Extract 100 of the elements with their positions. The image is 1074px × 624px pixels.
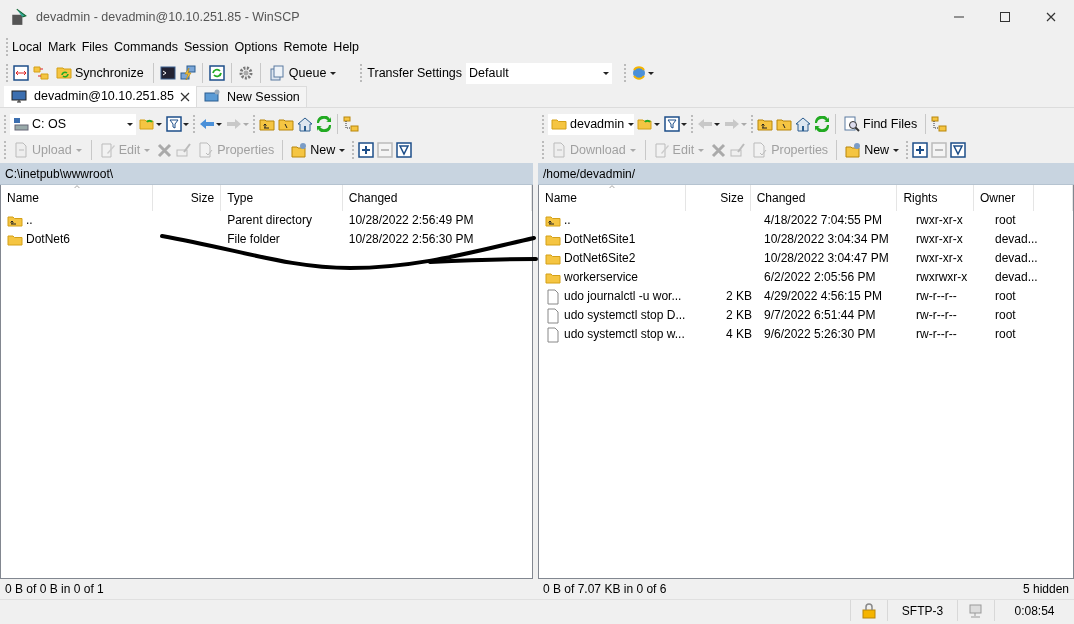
table-cell: rwxr-xr-x bbox=[916, 251, 963, 265]
new-button[interactable]: New bbox=[288, 139, 350, 161]
menu-item[interactable]: Help bbox=[330, 37, 363, 57]
table-cell: rwxr-xr-x bbox=[916, 213, 963, 227]
close-icon[interactable] bbox=[1046, 12, 1056, 22]
table-cell: Parent directory bbox=[227, 213, 312, 227]
table-cell: rwxrwxr-x bbox=[916, 270, 968, 284]
sync-folders-icon[interactable] bbox=[33, 65, 49, 81]
file-row[interactable]: udo journalctl -u wor... 2 KB 4/29/2022 4:56:15 PM rw-r--r-- root bbox=[539, 287, 1073, 306]
delete-icon[interactable] bbox=[711, 142, 728, 158]
filter-icon[interactable] bbox=[166, 116, 182, 132]
caret-icon[interactable] bbox=[126, 120, 134, 128]
menu-item[interactable]: Session bbox=[181, 37, 232, 57]
file-row[interactable]: DotNet6Site2 10/28/2022 3:04:47 PM rwxr-xr-x devad... bbox=[539, 249, 1073, 268]
table-cell: rwxr-xr-x bbox=[916, 232, 963, 246]
session-tab[interactable]: New Session bbox=[195, 86, 307, 107]
rename-icon[interactable] bbox=[730, 142, 747, 158]
table-cell: rw-r--r-- bbox=[916, 327, 957, 341]
table-cell: devad... bbox=[995, 270, 1038, 284]
caret-icon[interactable] bbox=[182, 120, 190, 128]
location-dropdown[interactable]: devadmin bbox=[548, 113, 634, 135]
location-dropdown[interactable]: C: OS bbox=[10, 113, 136, 135]
rename-icon[interactable] bbox=[176, 142, 193, 158]
table-cell: File folder bbox=[227, 232, 280, 246]
file-name: DotNet6Site2 bbox=[564, 250, 636, 267]
table-cell: 10/28/2022 2:56:49 PM bbox=[348, 213, 474, 227]
file-row[interactable]: udo systemctl stop w... 4 KB 9/6/2022 5:26:30 PM rw-r--r-- root bbox=[539, 325, 1073, 344]
folder-icon[interactable] bbox=[551, 116, 567, 132]
refresh-icon[interactable] bbox=[814, 116, 830, 132]
new-button[interactable]: New bbox=[842, 139, 904, 161]
path-bar[interactable]: /home/devadmin/ bbox=[538, 163, 1074, 185]
file-row[interactable]: .. Parent directory 10/28/2022 2:56:49 PM bbox=[1, 211, 532, 230]
synchronize-button[interactable]: Synchronize bbox=[53, 62, 147, 84]
close-icon[interactable] bbox=[179, 91, 190, 102]
caret-icon[interactable] bbox=[215, 120, 223, 128]
home-icon[interactable] bbox=[795, 116, 811, 132]
select-plus-icon[interactable] bbox=[912, 142, 929, 158]
tree-view-icon[interactable] bbox=[343, 116, 359, 132]
table-cell: root bbox=[995, 213, 1016, 227]
app-logo-icon bbox=[10, 8, 28, 26]
settings-icon[interactable] bbox=[237, 65, 254, 81]
caret-icon[interactable] bbox=[602, 69, 611, 77]
parent-folder-icon[interactable] bbox=[259, 116, 275, 132]
monitor-icon[interactable] bbox=[10, 88, 28, 105]
drive-icon[interactable] bbox=[13, 116, 29, 132]
menu-item[interactable]: Options bbox=[231, 37, 281, 57]
menu-item[interactable]: Remote bbox=[280, 37, 331, 57]
session-tab[interactable]: devadmin@10.10.251.85 bbox=[4, 86, 196, 107]
path-bar[interactable]: C:\inetpub\wwwroot\ bbox=[0, 163, 533, 185]
file-row[interactable]: DotNet6 File folder 10/28/2022 2:56:30 PM bbox=[1, 230, 532, 249]
queue-button[interactable]: Queue bbox=[266, 62, 341, 84]
tree-view-icon[interactable] bbox=[931, 116, 948, 132]
maximize-icon[interactable] bbox=[1000, 12, 1010, 22]
delete-icon[interactable] bbox=[157, 142, 174, 158]
caret-icon[interactable] bbox=[155, 120, 163, 128]
window-title: devadmin - devadmin@10.10.251.85 - WinSCP bbox=[36, 8, 301, 26]
invert-selection-icon[interactable] bbox=[950, 142, 967, 158]
home-icon[interactable] bbox=[297, 116, 313, 132]
table-cell: devad... bbox=[995, 251, 1038, 265]
folder-star-icon[interactable] bbox=[291, 142, 308, 158]
filter-icon[interactable] bbox=[664, 116, 680, 132]
queue-icon[interactable] bbox=[269, 65, 286, 81]
folder-star-icon[interactable] bbox=[845, 142, 862, 158]
menu-item[interactable]: Local bbox=[9, 37, 45, 57]
caret-icon[interactable] bbox=[338, 146, 347, 154]
refresh-icon[interactable] bbox=[208, 65, 225, 81]
menu-item[interactable]: Files bbox=[78, 37, 112, 57]
file-row[interactable]: udo systemctl stop D... 2 KB 9/7/2022 6:51:44 PM rw-r--r-- root bbox=[539, 306, 1073, 325]
file-row[interactable]: workerservice 6/2/2022 2:05:56 PM rwxrwxr-x devad... bbox=[539, 268, 1073, 287]
caret-icon[interactable] bbox=[653, 120, 661, 128]
caret-icon[interactable] bbox=[647, 69, 656, 77]
file-row[interactable]: DotNet6Site1 10/28/2022 3:04:34 PM rwxr-xr-x devad... bbox=[539, 230, 1073, 249]
caret-icon[interactable] bbox=[680, 120, 688, 128]
file-icon bbox=[545, 326, 561, 343]
compare-icon[interactable] bbox=[13, 65, 29, 81]
protocol-status: SFTP-3 bbox=[887, 600, 957, 621]
file-name: udo systemctl stop w... bbox=[564, 326, 685, 343]
folder-sync-icon[interactable] bbox=[56, 65, 72, 81]
select-plus-icon[interactable] bbox=[358, 142, 375, 158]
invert-selection-icon[interactable] bbox=[396, 142, 413, 158]
transfer-settings-dropdown[interactable]: Default bbox=[466, 62, 613, 84]
refresh-icon[interactable] bbox=[316, 116, 332, 132]
menu-item[interactable]: Mark bbox=[44, 37, 79, 57]
search-icon[interactable] bbox=[844, 116, 860, 132]
find-files-button[interactable]: Find Files bbox=[841, 113, 921, 135]
file-name: DotNet6Site1 bbox=[564, 231, 636, 248]
file-row[interactable]: .. 4/18/2022 7:04:55 PM rwxr-xr-x root bbox=[539, 211, 1073, 230]
elapsed-time: 0:08:54 bbox=[994, 600, 1074, 621]
table-cell: devad... bbox=[995, 232, 1038, 246]
lightning-computers-icon[interactable] bbox=[179, 65, 196, 81]
file-name: udo systemctl stop D... bbox=[564, 307, 686, 324]
caret-icon[interactable] bbox=[627, 120, 636, 128]
menu-item[interactable]: Commands bbox=[111, 37, 181, 57]
caret-icon[interactable] bbox=[713, 120, 721, 128]
caret-icon[interactable] bbox=[892, 146, 901, 154]
file-icon bbox=[545, 288, 561, 305]
parent-folder-icon[interactable] bbox=[757, 116, 773, 132]
file-name: workerservice bbox=[564, 269, 638, 286]
terminal-icon[interactable] bbox=[159, 65, 176, 81]
caret-icon[interactable] bbox=[329, 69, 338, 77]
